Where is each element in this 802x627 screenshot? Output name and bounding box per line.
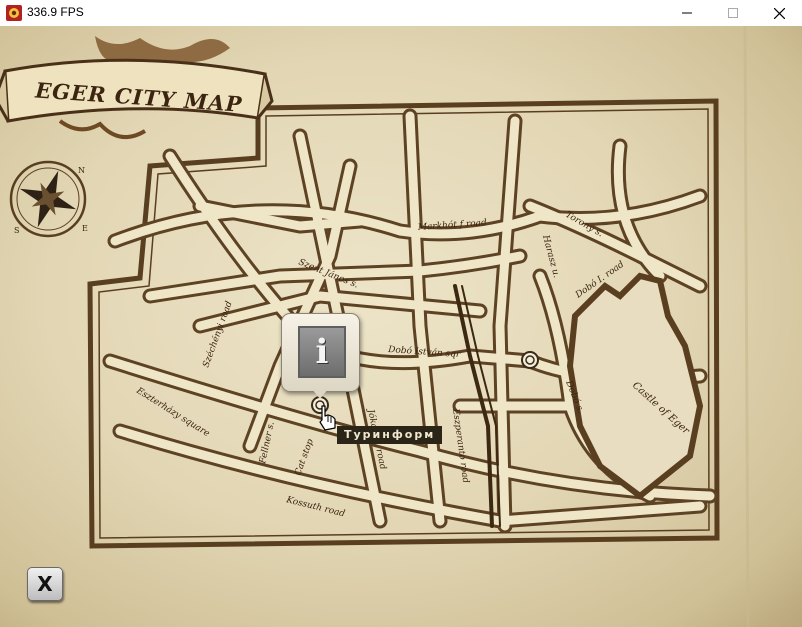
- paper-fold: [743, 26, 750, 627]
- compass-east: E: [82, 224, 88, 233]
- compass-south: S: [14, 226, 19, 235]
- close-window-button[interactable]: [756, 0, 802, 26]
- maximize-button[interactable]: [710, 0, 756, 26]
- maximize-icon: [728, 8, 738, 18]
- minimize-icon: [682, 12, 692, 14]
- location-marker-dobo-square[interactable]: [521, 351, 539, 369]
- compass-north: N: [78, 166, 85, 175]
- label-eszperanto: Eszperanto road: [450, 407, 471, 484]
- app-icon: [6, 5, 22, 21]
- city-map: EGER CITY MAP N S E Markhót f road Toron…: [0, 26, 750, 627]
- location-marker-tourinform[interactable]: [311, 396, 329, 414]
- info-icon: i: [298, 326, 346, 378]
- info-popup-pointer: [312, 389, 328, 399]
- game-window: 336.9 FPS EGER CITY MAP N S E Markhót f …: [0, 0, 802, 627]
- info-popup[interactable]: i: [281, 313, 360, 392]
- map-title-banner: EGER CITY MAP: [0, 36, 274, 140]
- map-screen: EGER CITY MAP N S E Markhót f road Toron…: [0, 26, 802, 627]
- location-tooltip: Туринформ: [337, 426, 443, 444]
- minimize-button[interactable]: [664, 0, 710, 26]
- label-kossuth: Kossuth road: [284, 495, 346, 520]
- window-title: 336.9 FPS: [27, 5, 84, 19]
- close-icon: [773, 7, 785, 19]
- title-bar[interactable]: 336.9 FPS: [0, 0, 802, 27]
- label-cat-stop: Cat stop: [293, 438, 316, 477]
- close-map-button[interactable]: X: [27, 567, 63, 601]
- compass-rose: N S E: [9, 160, 88, 238]
- label-szechenyi: Széchényi road: [200, 299, 234, 369]
